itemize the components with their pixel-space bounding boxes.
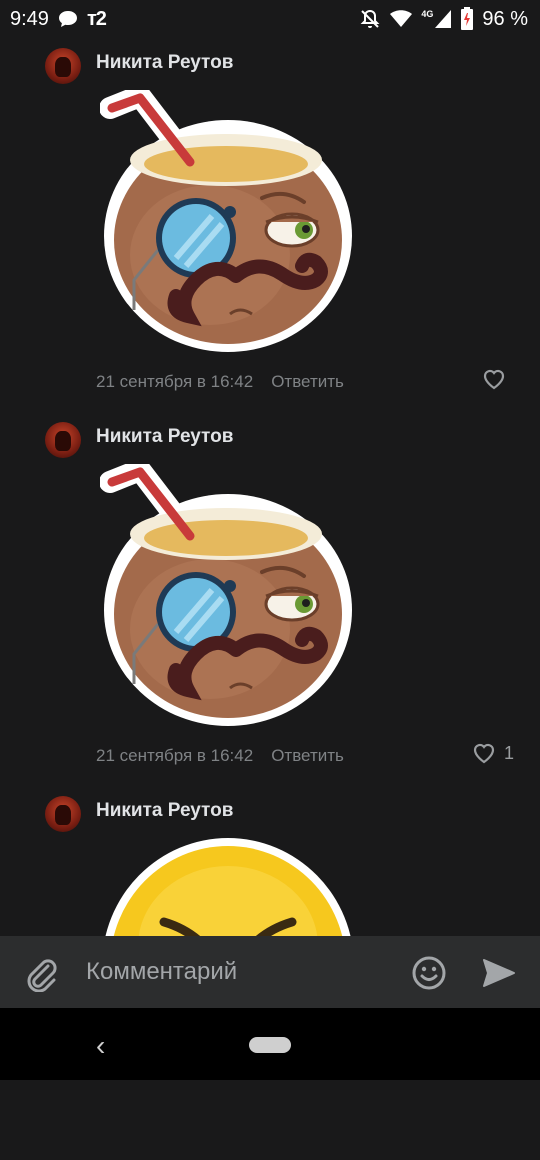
- comment-date: 21 сентября в 16:42: [96, 746, 254, 765]
- like-button[interactable]: 1: [472, 742, 514, 764]
- heart-icon: [483, 369, 505, 390]
- avatar[interactable]: [45, 796, 81, 832]
- reply-button[interactable]: Ответить: [271, 746, 344, 766]
- coconut-monocle-sticker[interactable]: [100, 90, 360, 355]
- comment-author[interactable]: Никита Реутов: [96, 800, 233, 822]
- send-icon[interactable]: [480, 954, 518, 992]
- battery-icon: [461, 7, 474, 30]
- comment-author[interactable]: Никита Реутов: [96, 426, 233, 448]
- network-type: 4G: [421, 9, 434, 19]
- reply-button[interactable]: Ответить: [271, 372, 344, 392]
- avatar[interactable]: [45, 48, 81, 84]
- message-notification-icon: [58, 11, 77, 27]
- comment-meta: 21 сентября в 16:42 Ответить: [96, 372, 344, 392]
- coconut-monocle-sticker[interactable]: [100, 464, 360, 729]
- mute-notification-icon: [360, 9, 380, 28]
- battery-percent: 96 %: [482, 7, 528, 30]
- avatar[interactable]: [45, 422, 81, 458]
- paperclip-icon[interactable]: [22, 954, 60, 992]
- comment-item: Никита Реутов 21 сентября в 16:42 Ответи…: [0, 412, 540, 786]
- angry-emoji-sticker[interactable]: [100, 836, 360, 946]
- system-nav-bar: ‹: [0, 1008, 540, 1080]
- home-pill[interactable]: [249, 1037, 291, 1053]
- like-count: 1: [503, 742, 514, 763]
- status-left: 9:49 т2: [10, 7, 107, 31]
- status-right: 4G 96 %: [359, 7, 528, 31]
- status-bar: 9:49 т2 4G 96 %: [0, 0, 540, 38]
- signal-group: 4G: [421, 9, 452, 29]
- clock: 9:49: [10, 7, 49, 30]
- comment-date: 21 сентября в 16:42: [96, 372, 254, 391]
- like-button[interactable]: [482, 368, 514, 390]
- smile-icon[interactable]: [410, 954, 448, 992]
- carrier-label: т2: [86, 7, 107, 30]
- heart-icon: [473, 743, 495, 764]
- comment-input[interactable]: Комментарий: [86, 958, 237, 986]
- comment-meta: 21 сентября в 16:42 Ответить: [96, 746, 344, 766]
- wifi-icon: [390, 10, 413, 27]
- signal-icon: [435, 10, 452, 28]
- comment-input-bar: Комментарий: [0, 936, 540, 1008]
- comment-author[interactable]: Никита Реутов: [96, 52, 233, 74]
- comment-item: Никита Реутов 21 сентября в 16:42 Ответи…: [0, 38, 540, 412]
- back-icon[interactable]: ‹: [96, 1030, 105, 1062]
